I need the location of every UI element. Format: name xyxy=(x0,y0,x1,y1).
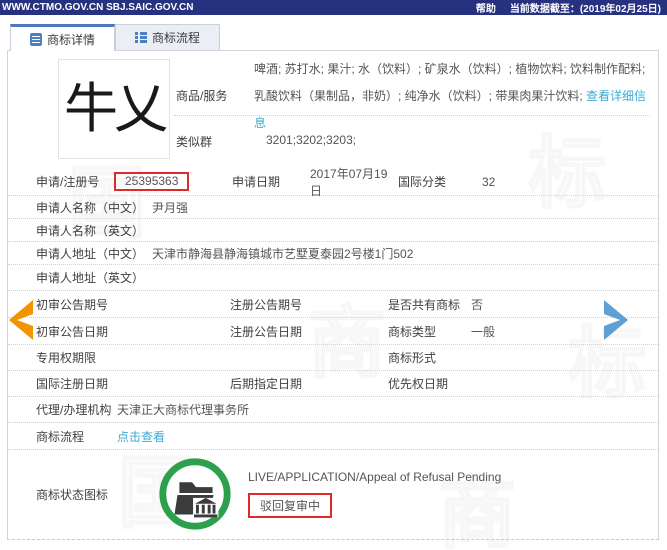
row-exclusive-period: 专用权期限 商标形式 xyxy=(8,345,658,371)
field-label: 商标形式 xyxy=(388,351,437,365)
field-label: 注册公告日期 xyxy=(230,324,303,339)
agent-value: 天津正大商标代理事务所 xyxy=(117,403,250,417)
list-icon xyxy=(134,31,147,44)
row-applicant-name-cn: 申请人名称（中文） 尹月强 xyxy=(8,196,658,219)
field-label: 是否共有商标 xyxy=(388,297,461,312)
row-trademark-process: 商标流程 点击查看 xyxy=(8,423,658,450)
goods-services-label: 商品/服务 xyxy=(176,89,228,103)
field-label: 优先权日期 xyxy=(388,377,449,391)
field-label: 商标流程 xyxy=(36,429,85,444)
row-international-dates: 国际注册日期 后期指定日期 优先权日期 xyxy=(8,371,658,397)
row-applicant-address-cn: 申请人地址（中文） 天津市静海县静海镇城市艺墅夏泰园2号楼1门502 xyxy=(8,242,658,265)
tab-trademark-process[interactable]: 商标流程 xyxy=(115,24,220,50)
row-registration-number: 申请/注册号 25395363 申请日期 2017年07月19日 国际分类 32 xyxy=(8,166,658,198)
field-label: 初审公告日期 xyxy=(36,324,109,339)
registration-number-highlight: 25395363 xyxy=(114,172,190,191)
similar-group-label: 类似群 xyxy=(176,135,213,149)
document-icon xyxy=(29,32,42,46)
field-label: 申请日期 xyxy=(232,175,281,189)
applicant-address-cn-value: 天津市静海县静海镇城市艺墅夏泰园2号楼1门502 xyxy=(152,246,414,261)
field-label: 申请人名称（中文） xyxy=(36,200,145,215)
trademark-text: 牛乂 xyxy=(64,77,168,140)
field-label: 申请/注册号 xyxy=(36,175,100,189)
tab-label: 商标流程 xyxy=(151,31,200,45)
separator xyxy=(174,115,650,116)
trademark-detail-panel: 国 商 标 国 商 标 牛乂 商品/服务 啤酒; 苏打水; 果汁; 水（饮料）;… xyxy=(7,50,659,550)
status-text-en: LIVE/APPLICATION/Appeal of Refusal Pendi… xyxy=(248,470,502,484)
field-label: 商标类型 xyxy=(388,324,437,339)
field-label: 注册公告期号 xyxy=(230,297,303,312)
application-date-value: 2017年07月19日 xyxy=(310,166,388,198)
site-domains: WWW.CTMO.GOV.CN SBJ.SAIC.GOV.CN xyxy=(2,2,194,13)
field-label: 后期指定日期 xyxy=(230,377,303,391)
field-label: 申请人地址（中文） xyxy=(36,246,145,261)
row-applicant-address-en: 申请人地址（英文） xyxy=(8,265,658,291)
field-label: 国际注册日期 xyxy=(36,377,109,391)
field-label: 国际分类 xyxy=(398,175,447,189)
top-bar: WWW.CTMO.GOV.CN SBJ.SAIC.GOV.CN 帮助 当前数据截… xyxy=(0,0,667,15)
row-announcement-numbers: 初审公告期号 注册公告期号 是否共有商标 否 xyxy=(8,291,658,318)
field-label: 专用权期限 xyxy=(36,351,97,365)
field-label: 申请人地址（英文） xyxy=(36,271,145,285)
row-trademark-status: 商标状态图标 LIVE/APPLICATION/Appeal of Refusa… xyxy=(8,450,658,538)
applicant-name-cn-value: 尹月强 xyxy=(152,200,189,215)
row-announcement-dates: 初审公告日期 注册公告日期 商标类型 一般 xyxy=(8,318,658,345)
data-cutoff-date: 当前数据截至：(2019年02月25日) xyxy=(509,4,661,15)
help-link[interactable]: 帮助 xyxy=(476,0,496,15)
next-arrow[interactable] xyxy=(604,300,630,340)
field-label: 初审公告期号 xyxy=(36,297,109,312)
similar-group-value: 3201;3202;3203; xyxy=(266,133,357,147)
tab-trademark-details[interactable]: 商标详情 xyxy=(10,24,115,51)
status-archive-icon xyxy=(159,458,231,530)
status-text-cn-highlight: 驳回复审中 xyxy=(248,493,333,518)
tab-label: 商标详情 xyxy=(46,32,95,47)
intl-class-value: 32 xyxy=(482,174,496,189)
status-label: 商标状态图标 xyxy=(36,487,109,502)
trademark-image: 牛乂 xyxy=(58,59,170,159)
goods-services-value: 啤酒; 苏打水; 果汁; 水（饮料）; 矿泉水（饮料）; 植物饮料; 饮料制作配… xyxy=(254,62,647,130)
tab-strip: 商标详情 商标流程 xyxy=(10,24,220,51)
click-to-view-link[interactable]: 点击查看 xyxy=(117,428,165,445)
field-rows: 申请/注册号 25395363 申请日期 2017年07月19日 国际分类 32… xyxy=(8,166,658,538)
previous-arrow[interactable] xyxy=(7,300,33,340)
field-label: 代理/办理机构 xyxy=(36,403,112,417)
field-label: 申请人名称（英文） xyxy=(36,223,145,238)
shared-trademark-value: 否 xyxy=(471,297,484,312)
trademark-type-value: 一般 xyxy=(471,324,496,339)
row-agent: 代理/办理机构 天津正大商标代理事务所 xyxy=(8,397,658,423)
row-applicant-name-en: 申请人名称（英文） xyxy=(8,219,658,242)
